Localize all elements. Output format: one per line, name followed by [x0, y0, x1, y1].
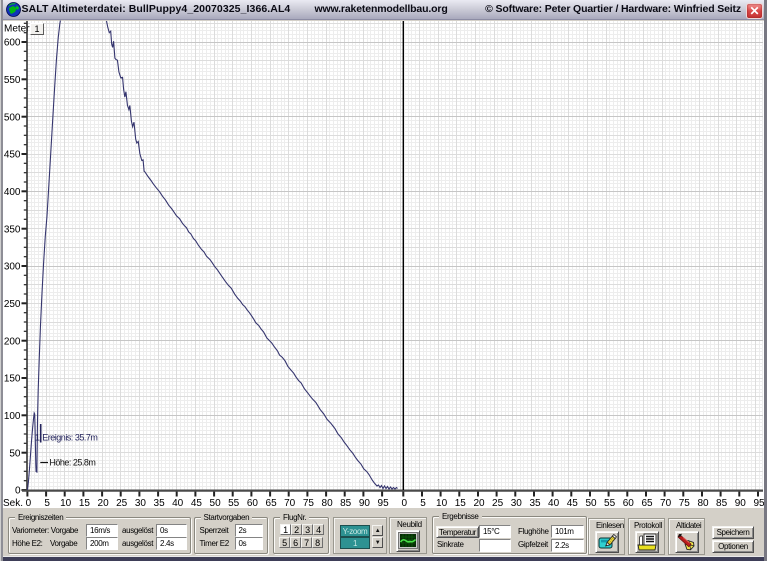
svg-text:Ereignis: 35.7m: Ereignis: 35.7m — [42, 432, 97, 442]
svg-text:0: 0 — [15, 486, 21, 497]
svg-text:450: 450 — [4, 150, 21, 161]
svg-text:200: 200 — [4, 336, 21, 347]
svg-text:50: 50 — [9, 448, 21, 459]
svg-text:500: 500 — [4, 112, 21, 123]
svg-text:100: 100 — [4, 411, 21, 422]
svg-text:250: 250 — [4, 299, 21, 310]
svg-text:550: 550 — [4, 75, 21, 86]
svg-text:1: 1 — [35, 433, 40, 443]
svg-text:350: 350 — [4, 224, 21, 235]
svg-text:400: 400 — [4, 187, 21, 198]
svg-text:300: 300 — [4, 262, 21, 273]
svg-text:600: 600 — [4, 38, 21, 49]
svg-text:150: 150 — [4, 374, 21, 385]
svg-text:Höhe: 25.8m: Höhe: 25.8m — [49, 458, 95, 468]
